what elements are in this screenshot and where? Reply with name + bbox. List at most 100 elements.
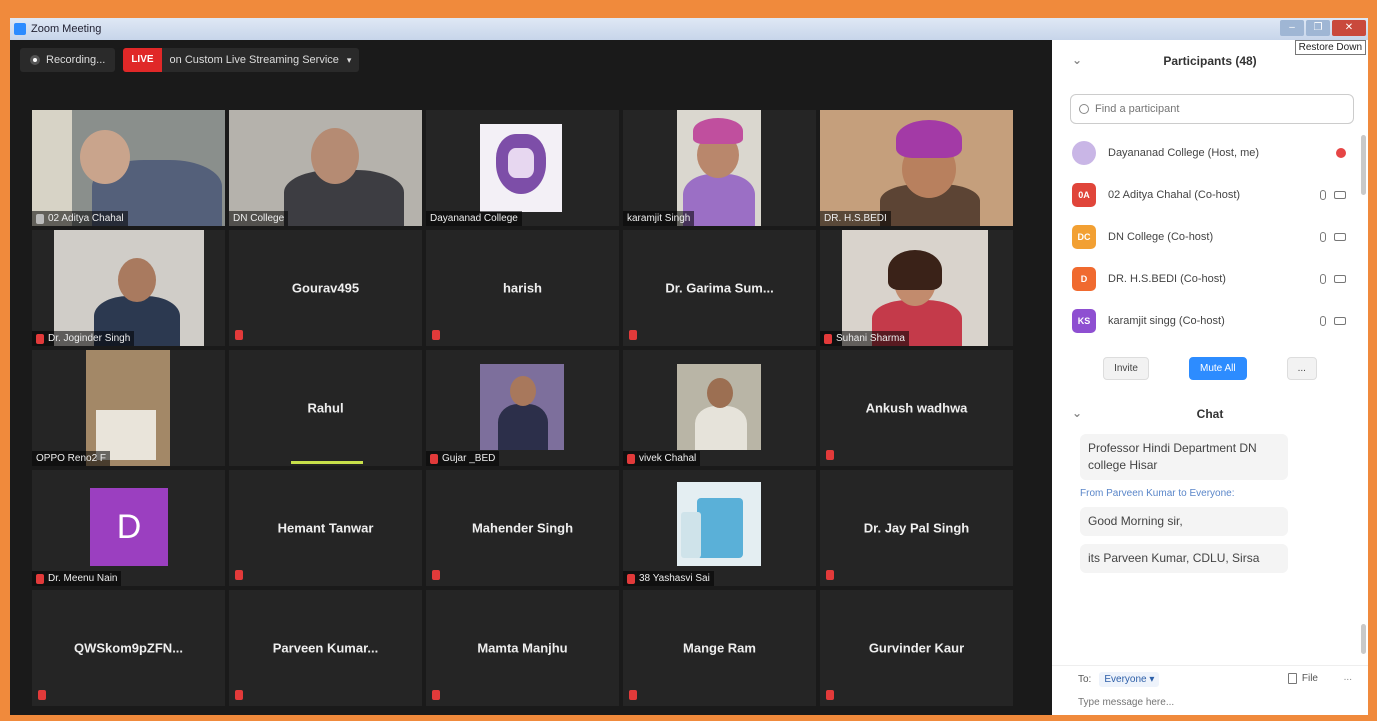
camera-icon[interactable] [1334,317,1346,325]
chat-composer: To: Everyone ▾ File ... [1052,665,1368,715]
video-tile[interactable]: D Dr. Meenu Nain [32,470,225,586]
participant-avatar: KS [1072,309,1096,333]
participant-name: Mahender Singh [471,520,574,536]
participants-title: Participants (48) [1163,54,1257,68]
video-tile[interactable]: 38 Yashasvi Sai [623,470,816,586]
video-tile[interactable]: harish [426,230,619,346]
participant-name-label: vivek Chahal [623,451,701,466]
video-feed [677,482,761,566]
invite-button[interactable]: Invite [1103,356,1149,380]
chat-more-button[interactable]: ... [1344,672,1352,683]
college-logo-image [480,124,562,212]
video-tile[interactable]: OPPO Reno2 F [32,350,225,466]
video-tile[interactable]: Gourav495 [229,230,422,346]
participant-name-label: Gujar _BED [426,451,500,466]
recording-indicator[interactable]: Recording... [20,48,116,72]
mic-muted-icon [627,453,635,464]
mic-icon[interactable] [1320,190,1326,200]
video-feed [54,230,204,346]
mic-icon[interactable] [1320,316,1326,326]
participant-search[interactable] [1070,94,1354,124]
mic-icon[interactable] [1320,274,1326,284]
mic-muted-icon [432,570,440,580]
chat-message: its Parveen Kumar, CDLU, Sirsa [1080,544,1288,573]
minimize-button[interactable]: – [1280,20,1304,36]
participant-search-input[interactable] [1095,103,1335,115]
participant-name-label: OPPO Reno2 F [32,451,111,466]
more-options-button[interactable]: ... [1286,356,1317,380]
chat-message-input[interactable] [1078,697,1338,708]
participant-item[interactable]: Dayananad College (Host, me) [1052,132,1368,174]
mute-all-button[interactable]: Mute All [1188,356,1247,380]
file-icon [1287,673,1297,684]
video-tile[interactable]: Gurvinder Kaur [820,590,1013,706]
video-tile[interactable]: DN College [229,110,422,226]
file-button[interactable]: File [1287,673,1318,684]
video-tile[interactable]: Dr. Joginder Singh [32,230,225,346]
video-tile[interactable]: Mahender Singh [426,470,619,586]
video-tile[interactable]: Mange Ram [623,590,816,706]
camera-icon[interactable] [1334,233,1346,241]
participant-name: Mamta Manjhu [477,640,568,656]
video-tile[interactable]: Dr. Jay Pal Singh [820,470,1013,586]
video-tile[interactable]: Parveen Kumar... [229,590,422,706]
video-tile[interactable]: karamjit Singh [623,110,816,226]
video-feed [820,110,1013,226]
video-tile[interactable]: Ankush wadhwa [820,350,1013,466]
video-feed [842,230,988,346]
video-tile[interactable]: Hemant Tanwar [229,470,422,586]
participant-item[interactable]: DC DN College (Co-host) [1052,216,1368,258]
participant-name-label: DN College [229,211,289,226]
participant-avatar: D [1072,267,1096,291]
participant-item[interactable]: KS karamjit singg (Co-host) [1052,300,1368,342]
mic-muted-icon [826,690,834,700]
mic-muted-icon [826,450,834,460]
chevron-down-icon[interactable]: ⌄ [1072,53,1082,67]
recording-label: Recording... [46,54,106,66]
mic-muted-icon [627,573,635,584]
participant-name-label: Dayananad College [426,211,522,226]
mic-muted-icon [432,690,440,700]
video-tile[interactable]: Rahul [229,350,422,466]
participant-item[interactable]: D DR. H.S.BEDI (Co-host) [1052,258,1368,300]
video-tile[interactable]: vivek Chahal [623,350,816,466]
chat-message: Professor Hindi Department DN college Hi… [1080,434,1288,480]
recipient-select[interactable]: Everyone ▾ [1099,671,1160,687]
camera-icon[interactable] [1334,191,1346,199]
video-tile[interactable]: QWSkom9pZFN... [32,590,225,706]
side-panel: ⌄ Participants (48) Dayananad College (H… [1052,40,1368,715]
chat-recipient-row: To: Everyone ▾ File ... [1052,666,1368,692]
video-tile[interactable]: Mamta Manjhu [426,590,619,706]
search-icon [1079,104,1089,114]
zoom-app-icon [14,23,26,35]
close-button[interactable]: ✕ [1332,20,1366,36]
video-tile[interactable]: 02 Aditya Chahal [32,110,225,226]
mic-icon[interactable] [1320,232,1326,242]
participant-item-name: DN College (Co-host) [1108,231,1214,243]
mic-muted-icon [824,333,832,344]
chat-message: Good Morning sir, [1080,507,1288,536]
camera-icon[interactable] [1334,275,1346,283]
participant-item[interactable]: 0A 02 Aditya Chahal (Co-host) [1052,174,1368,216]
participant-item-name: 02 Aditya Chahal (Co-host) [1108,189,1241,201]
video-tile[interactable]: Dayananad College [426,110,619,226]
record-icon [30,55,40,65]
chevron-down-icon[interactable]: ⌄ [1072,406,1082,420]
participants-scrollbar[interactable] [1361,135,1366,195]
participant-avatar: DC [1072,225,1096,249]
live-service-label: on Custom Live Streaming Service [169,54,339,66]
restore-button[interactable]: ❐ [1306,20,1330,36]
video-tile[interactable]: DR. H.S.BEDI [820,110,1013,226]
video-tile[interactable]: Dr. Garima Sum... [623,230,816,346]
participant-actions: Invite Mute All ... [1052,342,1368,394]
live-badge: LIVE [123,48,162,72]
participant-name: Gourav495 [291,280,360,296]
mic-muted-icon [235,570,243,580]
video-tile[interactable]: Gujar _BED [426,350,619,466]
college-logo-avatar [1072,141,1096,165]
video-feed [32,110,225,226]
chat-scrollbar[interactable] [1361,624,1366,654]
live-stream-indicator[interactable]: LIVE on Custom Live Streaming Service ▾ [123,48,360,72]
video-tile[interactable]: Suhani Sharma [820,230,1013,346]
participant-name: harish [502,280,542,296]
